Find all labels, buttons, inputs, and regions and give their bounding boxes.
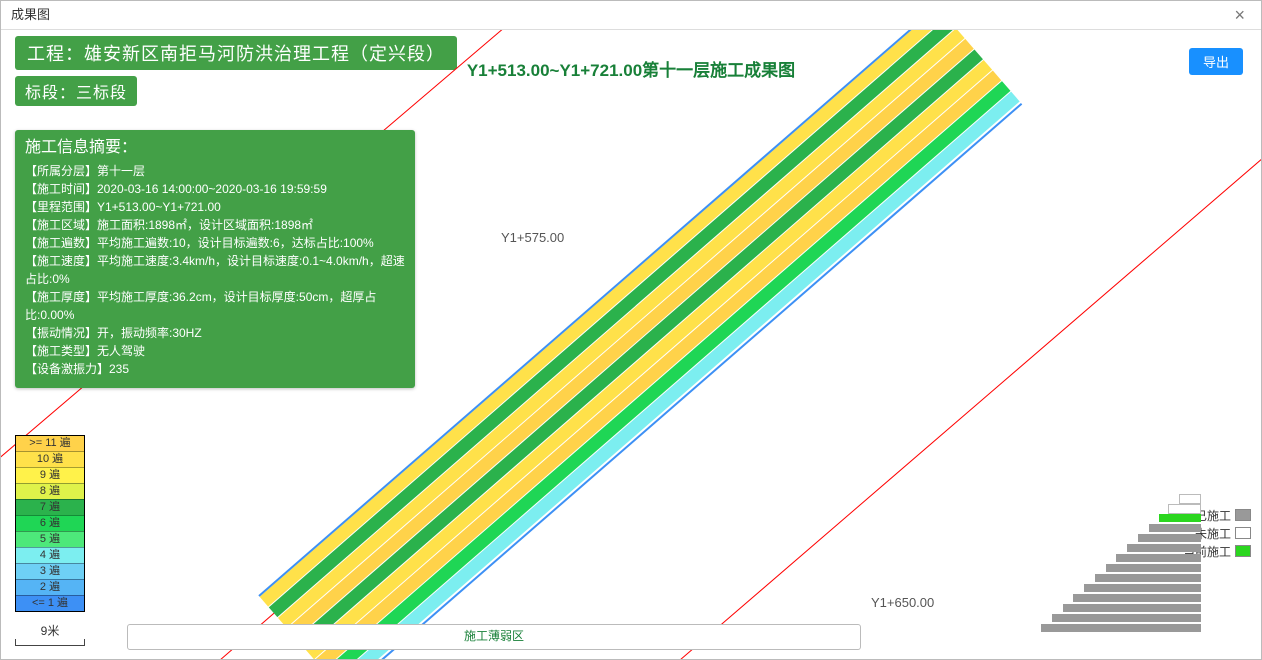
legend-row: 8 遍 xyxy=(16,483,84,499)
info-range: 【里程范围】Y1+513.00~Y1+721.00 xyxy=(25,198,405,216)
legend-row: 4 遍 xyxy=(16,547,84,563)
layer-row xyxy=(1041,514,1201,522)
scale-label: 9米 xyxy=(15,622,85,639)
station-label: Y1+650.00 xyxy=(871,595,934,610)
layer-row xyxy=(1041,554,1201,562)
layer-row xyxy=(1041,504,1201,512)
info-panel: 施工信息摘要： 【所属分层】第十一层 【施工时间】2020-03-16 14:0… xyxy=(15,130,415,388)
info-layer: 【所属分层】第十一层 xyxy=(25,162,405,180)
swatch-current xyxy=(1235,545,1251,557)
legend-row: 9 遍 xyxy=(16,467,84,483)
swatch-undone xyxy=(1235,527,1251,539)
layer-row xyxy=(1041,574,1201,582)
layer-row xyxy=(1041,594,1201,602)
layer-row xyxy=(1041,524,1201,532)
pass-count-legend: >= 11 遍10 遍9 遍8 遍7 遍6 遍5 遍4 遍3 遍2 遍<= 1 … xyxy=(15,435,85,612)
station-label: Y1+575.00 xyxy=(501,230,564,245)
layer-row xyxy=(1041,624,1201,632)
layer-row xyxy=(1041,534,1201,542)
weak-zone-button[interactable]: 施工薄弱区 xyxy=(127,624,861,650)
legend-row: 3 遍 xyxy=(16,563,84,579)
layer-row xyxy=(1041,564,1201,572)
legend-row: 6 遍 xyxy=(16,515,84,531)
info-type: 【施工类型】无人驾驶 xyxy=(25,342,405,360)
legend-row: 2 遍 xyxy=(16,579,84,595)
info-force: 【设备激振力】235 xyxy=(25,360,405,378)
info-time: 【施工时间】2020-03-16 14:00:00~2020-03-16 19:… xyxy=(25,180,405,198)
swatch-done xyxy=(1235,509,1251,521)
legend-row: >= 11 遍 xyxy=(16,436,84,451)
layer-row xyxy=(1041,584,1201,592)
info-speed: 【施工速度】平均施工速度:3.4km/h，设计目标速度:0.1~4.0km/h，… xyxy=(25,252,405,288)
window-titlebar: 成果图 × xyxy=(1,1,1261,30)
legend-row: 5 遍 xyxy=(16,531,84,547)
export-button[interactable]: 导出 xyxy=(1189,48,1243,75)
layer-row xyxy=(1041,614,1201,622)
layer-row xyxy=(1041,604,1201,612)
legend-row: 7 遍 xyxy=(16,499,84,515)
info-vibration: 【振动情况】开，振动频率:30HZ xyxy=(25,324,405,342)
legend-row: 10 遍 xyxy=(16,451,84,467)
legend-row: <= 1 遍 xyxy=(16,595,84,611)
info-thickness: 【施工厚度】平均施工厚度:36.2cm，设计目标厚度:50cm，超厚占比:0.0… xyxy=(25,288,405,324)
layer-row xyxy=(1041,544,1201,552)
content-area: Y1+513.00~Y1+721.00第十一层施工成果图 导出 工程：雄安新区南… xyxy=(1,30,1261,660)
scale-bar: 9米 xyxy=(15,622,85,646)
close-icon[interactable]: × xyxy=(1228,1,1251,29)
layer-row xyxy=(1041,494,1201,502)
info-head: 施工信息摘要： xyxy=(25,136,405,160)
window-title: 成果图 xyxy=(11,1,50,29)
info-passes: 【施工遍数】平均施工遍数:10，设计目标遍数:6，达标占比:100% xyxy=(25,234,405,252)
result-window: 成果图 × Y1+513.00~Y1+721.00第十一层施工成果图 导出 工程… xyxy=(0,0,1262,660)
scale-bar-line xyxy=(15,639,85,646)
chart-title: Y1+513.00~Y1+721.00第十一层施工成果图 xyxy=(1,56,1261,81)
info-area: 【施工区域】施工面积:1898㎡，设计区域面积:1898㎡ xyxy=(25,216,405,234)
layer-profile xyxy=(1041,492,1201,632)
